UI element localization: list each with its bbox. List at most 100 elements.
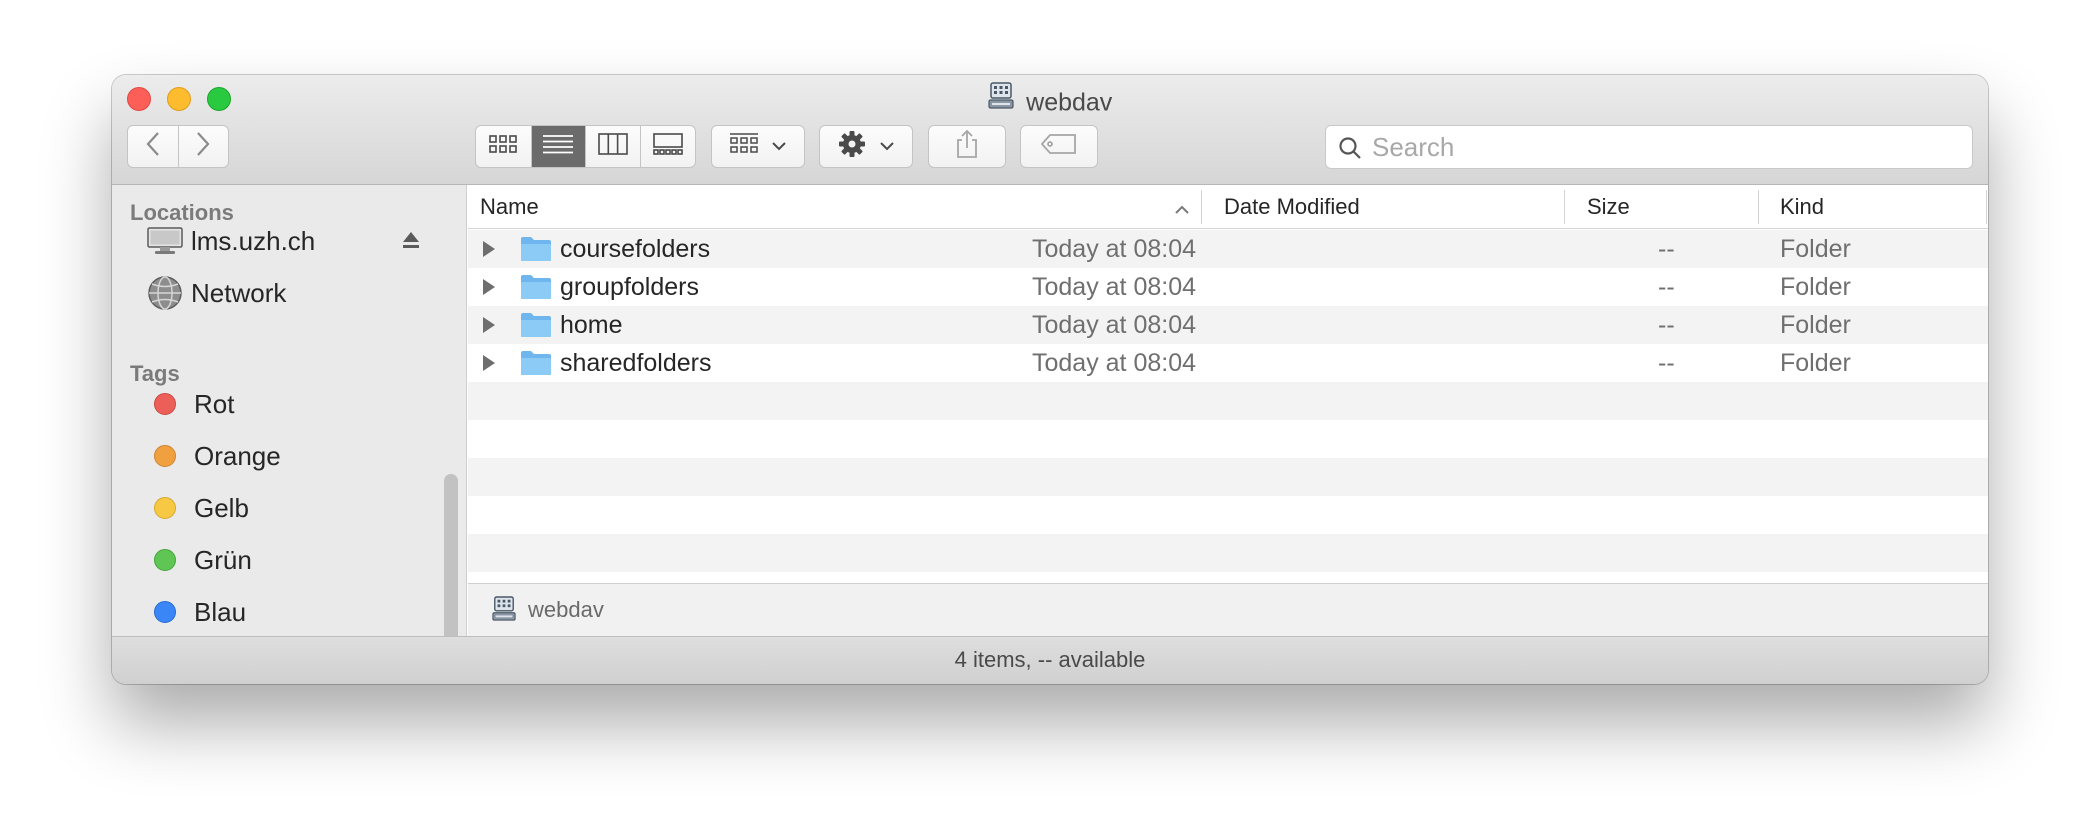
folder-icon [520,274,552,305]
computer-icon [147,227,183,255]
window-title-text: webdav [1026,88,1113,117]
chevron-right-icon [195,131,211,162]
file-date-modified: Today at 08:04 [1032,235,1197,263]
path-bar: webdav [468,583,1988,636]
file-size: -- [1658,235,1675,263]
back-forward-group [127,125,229,168]
network-icon [147,275,183,311]
column-divider [1986,190,1987,224]
share-button[interactable] [928,125,1006,168]
table-row[interactable]: coursefolders Today at 08:04 -- Folder [468,230,1988,268]
network-drive-icon [492,596,516,627]
window-title: webdav [112,82,1988,117]
file-name: home [560,311,623,339]
column-divider[interactable] [1564,190,1565,224]
folder-icon [520,312,552,343]
toolbar: webdav [112,75,1988,185]
sidebar-item-lms-uzh-ch[interactable]: lms.uzh.ch [112,219,442,263]
sidebar-scrollbar[interactable] [444,474,458,636]
sidebar: Locations lms.uzh.ch Network Tags Rot Or… [112,185,467,636]
file-list: Name Date Modified Size Kind coursefolde… [468,185,1988,583]
column-header-kind[interactable]: Kind [1780,185,1824,229]
tag-icon [1040,134,1077,159]
folder-icon [520,350,552,381]
file-size: -- [1658,311,1675,339]
file-name: groupfolders [560,273,699,301]
file-date-modified: Today at 08:04 [1032,311,1197,339]
path-bar-item[interactable]: webdav [528,584,604,635]
finder-window: webdav Search Locations lms.uzh.ch Netwo… [112,75,1988,684]
gear-icon [838,130,866,163]
yellow-tag-dot-icon [154,497,176,519]
status-text: 4 items, -- available [954,647,1146,672]
blue-tag-dot-icon [154,601,176,623]
sidebar-item-label: Grün [194,544,252,575]
column-header-date-modified[interactable]: Date Modified [1224,185,1360,229]
search-field[interactable] [1325,125,1973,169]
green-tag-dot-icon [154,549,176,571]
list-view-icon [543,134,574,159]
column-view-icon [597,133,628,160]
column-divider[interactable] [1758,190,1759,224]
sort-ascending-icon [1174,202,1190,220]
file-size: -- [1658,273,1675,301]
list-view-button[interactable] [530,126,585,167]
empty-row [468,420,1988,458]
edit-tags-button[interactable] [1020,125,1098,168]
table-row[interactable]: groupfolders Today at 08:04 -- Folder [468,268,1988,306]
disclosure-triangle-icon[interactable] [482,316,496,339]
forward-button[interactable] [177,126,228,167]
file-date-modified: Today at 08:04 [1032,273,1197,301]
group-by-button[interactable] [711,125,805,168]
column-header-size[interactable]: Size [1587,185,1630,229]
column-divider[interactable] [1201,190,1202,224]
eject-icon[interactable] [402,231,420,254]
sidebar-tag-gelb[interactable]: Gelb [112,486,442,530]
chevron-down-icon [772,138,786,156]
back-button[interactable] [128,126,178,167]
gallery-view-icon [652,133,683,160]
empty-row [468,382,1988,420]
gallery-view-button[interactable] [639,126,696,167]
status-bar: 4 items, -- available [112,636,1988,684]
column-header-name[interactable]: Name [480,185,539,229]
file-size: -- [1658,349,1675,377]
empty-row [468,534,1988,572]
folder-icon [520,236,552,267]
sidebar-item-label: Gelb [194,492,249,523]
icon-view-icon [489,134,518,159]
sidebar-tag-gruen[interactable]: Grün [112,538,442,582]
file-kind: Folder [1780,311,1851,339]
action-menu-button[interactable] [819,125,913,168]
table-row[interactable]: sharedfolders Today at 08:04 -- Folder [468,344,1988,382]
sidebar-item-label: Blau [194,596,247,627]
chevron-down-icon [880,138,894,156]
chevron-left-icon [145,131,161,162]
disclosure-triangle-icon[interactable] [482,278,496,301]
sidebar-item-label: Orange [194,440,281,471]
empty-row [468,458,1988,496]
search-input[interactable] [1372,126,1962,168]
sidebar-item-label: Network [191,277,287,308]
disclosure-triangle-icon[interactable] [482,354,496,377]
group-icon [730,133,758,160]
sidebar-item-network[interactable]: Network [112,271,442,315]
sidebar-tag-rot[interactable]: Rot [112,382,442,426]
disclosure-triangle-icon[interactable] [482,240,496,263]
table-row[interactable]: home Today at 08:04 -- Folder [468,306,1988,344]
file-kind: Folder [1780,235,1851,263]
icon-view-button[interactable] [476,126,531,167]
sidebar-tag-orange[interactable]: Orange [112,434,442,478]
sidebar-item-label: Rot [194,388,235,419]
orange-tag-dot-icon [154,445,176,467]
empty-row [468,496,1988,534]
search-icon [1338,136,1362,165]
column-header-row: Name Date Modified Size Kind [468,185,1988,229]
file-name: coursefolders [560,235,711,263]
sidebar-tag-blau[interactable]: Blau [112,590,442,634]
red-tag-dot-icon [154,393,176,415]
column-view-button[interactable] [585,126,640,167]
share-icon [955,129,979,164]
sidebar-item-label: lms.uzh.ch [191,225,316,256]
file-kind: Folder [1780,349,1851,377]
